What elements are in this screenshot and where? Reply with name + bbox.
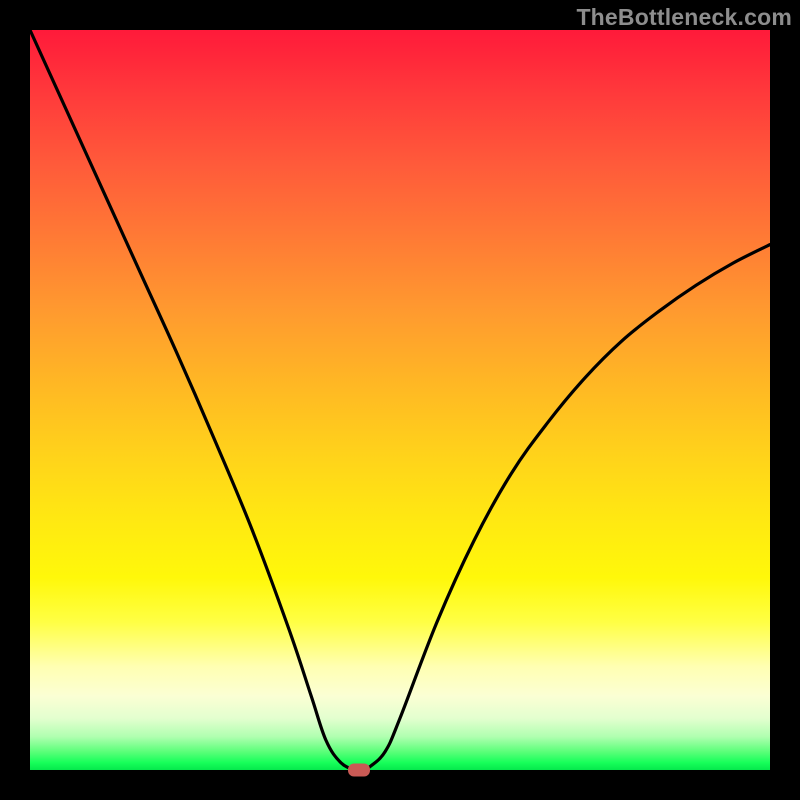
minimum-marker [348, 764, 370, 777]
watermark-text: TheBottleneck.com [576, 4, 792, 31]
bottleneck-curve [30, 30, 770, 771]
curve-svg [30, 30, 770, 770]
plot-area [30, 30, 770, 770]
chart-frame: TheBottleneck.com [0, 0, 800, 800]
